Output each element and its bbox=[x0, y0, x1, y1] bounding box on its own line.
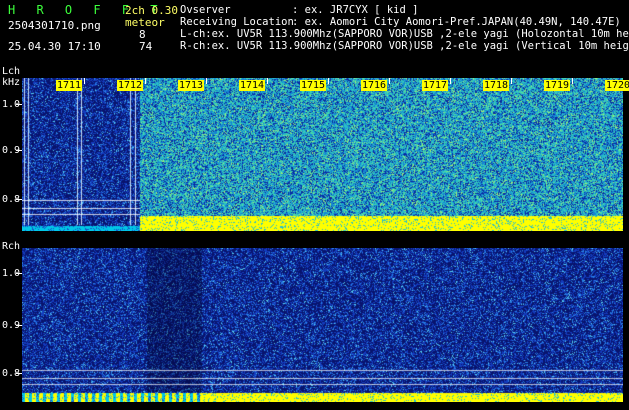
datetime-label: 25.04.30 17:10 bbox=[8, 40, 101, 53]
time-tick-mark bbox=[145, 78, 146, 84]
lch-info: L-ch:ex. UV5R 113.900Mhz(SAPPORO VOR)USB… bbox=[180, 28, 629, 40]
time-tick-mark bbox=[389, 78, 390, 84]
time-tick-label: 1711 bbox=[56, 80, 83, 91]
time-tick-mark bbox=[267, 78, 268, 84]
time-tick-label: 1716 bbox=[361, 80, 388, 91]
location-value: : ex. Aomori City Aomori-Pref.JAPAN(40.4… bbox=[292, 16, 621, 28]
time-tick-label: 1713 bbox=[178, 80, 205, 91]
time-tick-label: 1719 bbox=[544, 80, 571, 91]
lch-label: Lch bbox=[2, 66, 21, 77]
time-tick-label: 1712 bbox=[117, 80, 144, 91]
rch-label: Rch bbox=[2, 241, 21, 252]
time-tick-label: 1720 bbox=[605, 80, 629, 91]
location-label: Receiving Location bbox=[180, 16, 294, 28]
rch-info: R-ch:ex. UV5R 113.900Mhz(SAPPORO VOR)USB… bbox=[180, 40, 629, 52]
filename-label: 2504301710.png bbox=[8, 19, 101, 32]
observer-value: : ex. JR7CYX [ kid ] bbox=[292, 4, 419, 16]
time-tick-mark bbox=[572, 78, 573, 84]
time-tick-mark bbox=[206, 78, 207, 84]
time-tick-mark bbox=[511, 78, 512, 84]
time-tick-label: 1718 bbox=[483, 80, 510, 91]
time-tick-mark bbox=[328, 78, 329, 84]
lch-unit: kHz bbox=[2, 77, 21, 88]
time-tick-label: 1714 bbox=[239, 80, 266, 91]
observer-label: Ovserver bbox=[180, 4, 231, 16]
time-tick-mark bbox=[450, 78, 451, 84]
count-l: 8 bbox=[139, 28, 146, 41]
time-tick-label: 1717 bbox=[422, 80, 449, 91]
time-tick-label: 1715 bbox=[300, 80, 327, 91]
lch-spectrogram bbox=[22, 78, 623, 231]
mode-label: 2ch 0.30 bbox=[125, 4, 178, 17]
rch-spectrogram bbox=[22, 248, 623, 402]
type-label: meteor bbox=[125, 16, 165, 29]
time-tick-mark bbox=[84, 78, 85, 84]
count-r: 74 bbox=[139, 40, 153, 53]
